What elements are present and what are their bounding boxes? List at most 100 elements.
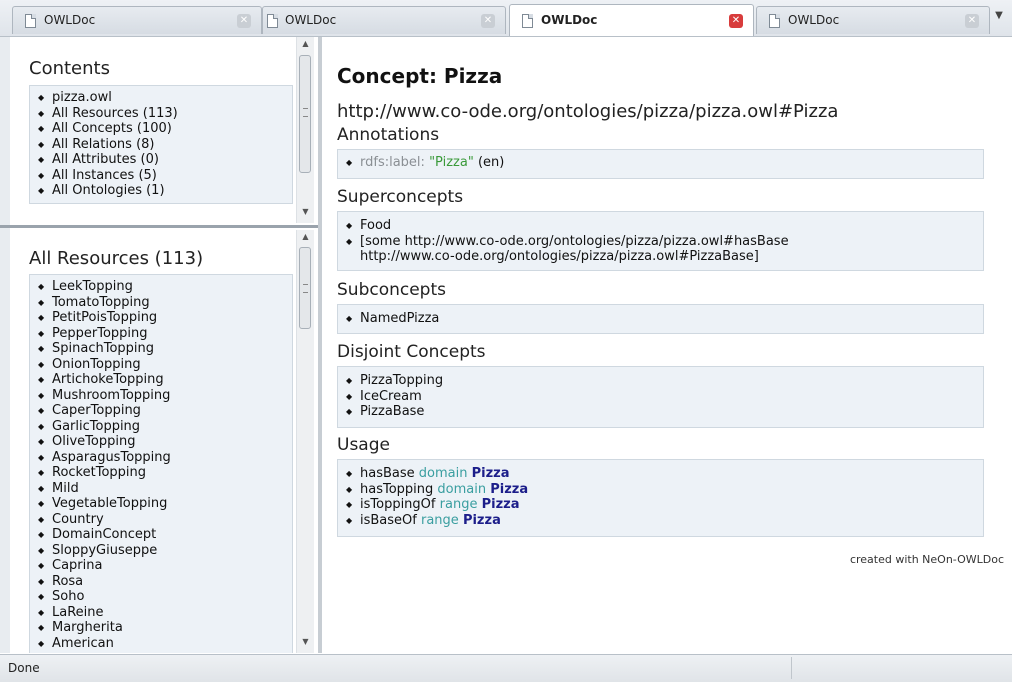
resource-link[interactable]: Country bbox=[38, 512, 292, 528]
resources-list: LeekToppingTomatoToppingPetitPoisTopping… bbox=[38, 279, 292, 651]
superconcept-item[interactable]: [some http://www.co-ode.org/ontologies/p… bbox=[346, 234, 983, 250]
tab-owldoc-4[interactable]: OWLDoc ✕ bbox=[756, 6, 990, 34]
usage-target[interactable]: Pizza bbox=[463, 513, 501, 528]
contents-link[interactable]: All Relations (8) bbox=[38, 137, 292, 153]
tab-owldoc-1[interactable]: OWLDoc ✕ bbox=[12, 6, 262, 34]
scroll-thumb[interactable] bbox=[299, 247, 311, 329]
usage-kind: range bbox=[439, 497, 478, 512]
annotation-item: rdfs:label: "Pizza" (en) bbox=[346, 155, 983, 171]
resource-link[interactable]: SpinachTopping bbox=[38, 341, 292, 357]
document-icon bbox=[769, 14, 780, 28]
concept-uri: http://www.co-ode.org/ontologies/pizza/p… bbox=[337, 101, 839, 122]
resources-scrollbar[interactable]: ▲ ▼ bbox=[296, 230, 314, 653]
superconcepts-box: Food [some http://www.co-ode.org/ontolog… bbox=[337, 211, 984, 271]
resource-link[interactable]: MushroomTopping bbox=[38, 388, 292, 404]
superconcept-item-continued[interactable]: http://www.co-ode.org/ontologies/pizza/p… bbox=[346, 249, 983, 265]
resource-link[interactable]: Margherita bbox=[38, 620, 292, 636]
superconcepts-heading: Superconcepts bbox=[337, 187, 464, 207]
disjoint-item[interactable]: PizzaTopping bbox=[346, 373, 983, 389]
resource-link[interactable]: SloppyGiuseppe bbox=[38, 543, 292, 559]
resources-frame: All Resources (113) LeekToppingTomatoTop… bbox=[12, 230, 312, 653]
resource-link[interactable]: Rosa bbox=[38, 574, 292, 590]
contents-link[interactable]: All Attributes (0) bbox=[38, 152, 292, 168]
contents-link[interactable]: All Resources (113) bbox=[38, 106, 292, 122]
usage-target[interactable]: Pizza bbox=[472, 466, 510, 481]
scroll-thumb[interactable] bbox=[299, 55, 311, 173]
contents-list-box: pizza.owlAll Resources (113)All Concepts… bbox=[29, 85, 293, 204]
resource-link[interactable]: RocketTopping bbox=[38, 465, 292, 481]
superconcept-item[interactable]: Food bbox=[346, 218, 983, 234]
close-icon[interactable]: ✕ bbox=[237, 14, 251, 28]
usage-target[interactable]: Pizza bbox=[482, 497, 520, 512]
document-icon bbox=[25, 14, 36, 28]
resource-link[interactable]: VegetableTopping bbox=[38, 496, 292, 512]
resource-link[interactable]: OnionTopping bbox=[38, 357, 292, 373]
grip-icon bbox=[303, 284, 308, 293]
close-icon[interactable]: ✕ bbox=[729, 14, 743, 28]
chevron-down-icon[interactable]: ▼ bbox=[992, 10, 1006, 30]
contents-link[interactable]: All Concepts (100) bbox=[38, 121, 292, 137]
tab-owldoc-3[interactable]: OWLDoc ✕ bbox=[509, 4, 754, 36]
annotations-box: rdfs:label: "Pizza" (en) bbox=[337, 149, 984, 179]
resource-link[interactable]: TomatoTopping bbox=[38, 295, 292, 311]
resource-link[interactable]: GarlicTopping bbox=[38, 419, 292, 435]
usage-relation[interactable]: isBaseOf bbox=[360, 513, 417, 528]
usage-relation[interactable]: isToppingOf bbox=[360, 497, 436, 512]
navigation-pane: Contents pizza.owlAll Resources (113)All… bbox=[0, 37, 322, 653]
scroll-up-arrow-icon[interactable]: ▲ bbox=[297, 230, 314, 244]
resource-link[interactable]: PepperTopping bbox=[38, 326, 292, 342]
close-icon[interactable]: ✕ bbox=[965, 14, 979, 28]
resource-link[interactable]: Soho bbox=[38, 589, 292, 605]
annotation-property: rdfs:label: bbox=[360, 155, 425, 170]
disjoint-item[interactable]: PizzaBase bbox=[346, 404, 983, 420]
usage-kind: domain bbox=[418, 466, 468, 481]
page-title: Concept: Pizza bbox=[337, 64, 503, 88]
usage-relation[interactable]: hasBase bbox=[360, 466, 415, 481]
scroll-up-arrow-icon[interactable]: ▲ bbox=[297, 37, 314, 51]
resource-link[interactable]: LaReine bbox=[38, 605, 292, 621]
contents-link[interactable]: All Ontologies (1) bbox=[38, 183, 292, 199]
subconcepts-heading: Subconcepts bbox=[337, 280, 446, 300]
resources-title: All Resources (113) bbox=[29, 248, 204, 269]
contents-link[interactable]: pizza.owl bbox=[38, 90, 292, 106]
resource-link[interactable]: ArtichokeTopping bbox=[38, 372, 292, 388]
contents-list: pizza.owlAll Resources (113)All Concepts… bbox=[38, 90, 292, 199]
resource-link[interactable]: AsparagusTopping bbox=[38, 450, 292, 466]
resource-link[interactable]: PetitPoisTopping bbox=[38, 310, 292, 326]
scroll-down-arrow-icon[interactable]: ▼ bbox=[297, 205, 314, 219]
tab-label: OWLDoc bbox=[788, 13, 840, 27]
usage-relation[interactable]: hasTopping bbox=[360, 482, 433, 497]
usage-kind: domain bbox=[437, 481, 487, 497]
resource-link[interactable]: American bbox=[38, 636, 292, 652]
usage-item: hasBase domain Pizza bbox=[346, 466, 983, 482]
grip-icon bbox=[303, 108, 308, 117]
annotations-heading: Annotations bbox=[337, 125, 440, 145]
status-text: Done bbox=[8, 661, 40, 675]
resource-link[interactable]: Caprina bbox=[38, 558, 292, 574]
resource-link[interactable]: DomainConcept bbox=[38, 527, 292, 543]
subconcept-item[interactable]: NamedPizza bbox=[346, 311, 983, 327]
contents-scrollbar[interactable]: ▲ ▼ bbox=[296, 37, 314, 223]
usage-target[interactable]: Pizza bbox=[490, 482, 528, 497]
scroll-down-arrow-icon[interactable]: ▼ bbox=[297, 635, 314, 649]
footer-credit: created with NeOn-OWLDoc bbox=[849, 553, 1004, 566]
disjoint-item[interactable]: IceCream bbox=[346, 389, 983, 405]
resource-link[interactable]: OliveTopping bbox=[38, 434, 292, 450]
tab-label: OWLDoc bbox=[285, 13, 337, 27]
annotation-lang: (en) bbox=[477, 155, 505, 170]
close-icon[interactable]: ✕ bbox=[481, 14, 495, 28]
contents-title: Contents bbox=[29, 58, 110, 79]
subconcepts-box: NamedPizza bbox=[337, 304, 984, 334]
usage-heading: Usage bbox=[337, 435, 390, 455]
frame-splitter[interactable] bbox=[0, 225, 318, 228]
resource-link[interactable]: Mild bbox=[38, 481, 292, 497]
usage-item: isBaseOf range Pizza bbox=[346, 513, 983, 529]
tab-label: OWLDoc bbox=[44, 13, 96, 27]
annotation-value: "Pizza" bbox=[429, 155, 474, 170]
usage-kind: range bbox=[421, 512, 459, 528]
contents-link[interactable]: All Instances (5) bbox=[38, 168, 292, 184]
resource-link[interactable]: LeekTopping bbox=[38, 279, 292, 295]
resource-link[interactable]: CaperTopping bbox=[38, 403, 292, 419]
tab-bar: OWLDoc ✕ OWLDoc ✕ OWLDoc ✕ OWLDoc ✕ ▼ bbox=[0, 0, 1012, 37]
tab-owldoc-2[interactable]: OWLDoc ✕ bbox=[262, 6, 506, 34]
